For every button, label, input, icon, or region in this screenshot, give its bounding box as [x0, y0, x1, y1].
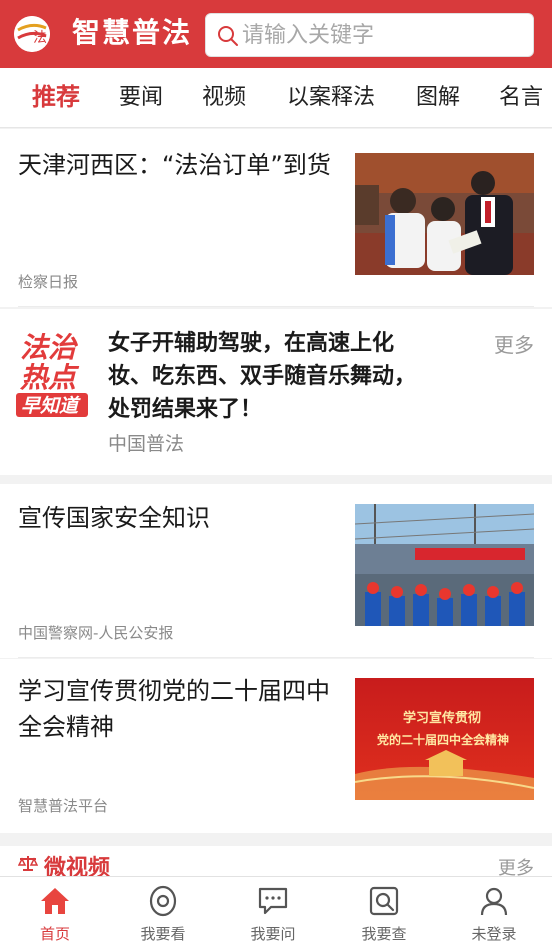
tab-video[interactable]: 视频 — [202, 82, 246, 114]
nav-label: 我要问 — [250, 925, 296, 943]
app-title: 智慧普法 — [72, 16, 193, 49]
eye-icon — [149, 885, 177, 917]
tab-quotes[interactable]: 名言 — [499, 82, 543, 114]
scales-icon — [18, 856, 38, 871]
app-header: 法 智慧普法 请输入关键字 — [0, 0, 552, 68]
nav-label: 我要看 — [140, 925, 186, 943]
search-icon — [218, 26, 238, 46]
ship-workers-photo-icon — [355, 504, 534, 626]
hot-topic-more-link[interactable]: 更多 — [494, 329, 534, 358]
divider — [18, 657, 534, 658]
svg-text:学习宣传贯彻: 学习宣传贯彻 — [403, 710, 481, 726]
law-hotspot-badge-icon: 法治 热点 早知道 — [16, 331, 88, 417]
news-source: 检察日报 — [18, 273, 79, 291]
news-title[interactable]: 宣传国家安全知识 — [18, 500, 348, 536]
news-item[interactable]: 学习宣传贯彻党的二十届四中全会精神 智慧普法平台 学习宣传贯彻 党的二十届四中全… — [0, 659, 552, 833]
user-icon — [480, 887, 508, 916]
tab-infographic[interactable]: 图解 — [416, 82, 460, 114]
news-thumbnail[interactable] — [355, 504, 534, 626]
news-thumbnail[interactable] — [355, 153, 534, 275]
news-source: 中国警察网-人民公安报 — [18, 624, 174, 642]
svg-text:早知道: 早知道 — [21, 395, 81, 417]
nav-search[interactable]: 我要查 — [329, 877, 439, 949]
hot-topic-card[interactable]: 法治 热点 早知道 女子开辅助驾驶，在高速上化妆、吃东西、双手随音乐舞动，处罚结… — [0, 309, 552, 475]
search-placeholder[interactable]: 请输入关键字 — [242, 22, 374, 50]
divider — [18, 306, 534, 307]
svg-text:法: 法 — [33, 30, 47, 46]
category-tabs: 推荐 要闻 视频 以案释法 图解 名言 — [0, 68, 552, 128]
tab-news[interactable]: 要闻 — [119, 82, 163, 114]
hot-topic-source: 中国普法 — [108, 433, 185, 455]
nav-account[interactable]: 未登录 — [439, 877, 549, 949]
tab-case-law[interactable]: 以案释法 — [287, 82, 375, 114]
search-box[interactable]: 请输入关键字 — [205, 13, 534, 57]
nav-label: 未登录 — [471, 925, 517, 943]
news-thumbnail[interactable]: 学习宣传贯彻 党的二十届四中全会精神 — [355, 678, 534, 800]
chat-icon — [258, 887, 288, 915]
red-banner-photo-icon: 学习宣传贯彻 党的二十届四中全会精神 — [355, 678, 534, 800]
bottom-navigation: 首页 我要看 我要问 我要查 未登录 — [0, 876, 552, 949]
news-item[interactable]: 天津河西区：“法治订单”到货 检察日报 — [0, 129, 552, 307]
nav-label: 首页 — [39, 925, 70, 943]
tab-recommend[interactable]: 推荐 — [32, 81, 80, 113]
news-title[interactable]: 天津河西区：“法治订单”到货 — [18, 147, 348, 183]
news-item[interactable]: 宣传国家安全知识 中国警察网-人民公安报 — [0, 484, 552, 658]
hot-topic-title[interactable]: 女子开辅助驾驶，在高速上化妆、吃东西、双手随音乐舞动，处罚结果来了！ — [108, 327, 428, 426]
video-section-header: 微视频 更多 — [0, 846, 552, 881]
nav-watch[interactable]: 我要看 — [108, 877, 218, 949]
app-logo-icon: 法 — [14, 16, 50, 52]
nav-label: 我要查 — [361, 925, 407, 943]
nav-ask[interactable]: 我要问 — [218, 877, 328, 949]
news-source: 智慧普法平台 — [18, 797, 109, 815]
news-title[interactable]: 学习宣传贯彻党的二十届四中全会精神 — [18, 673, 338, 745]
svg-text:热点: 热点 — [19, 361, 80, 394]
search-doc-icon — [369, 886, 399, 916]
svg-text:法治: 法治 — [20, 331, 79, 364]
home-icon — [41, 888, 69, 914]
students-photo-icon — [355, 153, 534, 275]
svg-text:党的二十届四中全会精神: 党的二十届四中全会精神 — [377, 732, 509, 747]
nav-home[interactable]: 首页 — [0, 877, 110, 949]
